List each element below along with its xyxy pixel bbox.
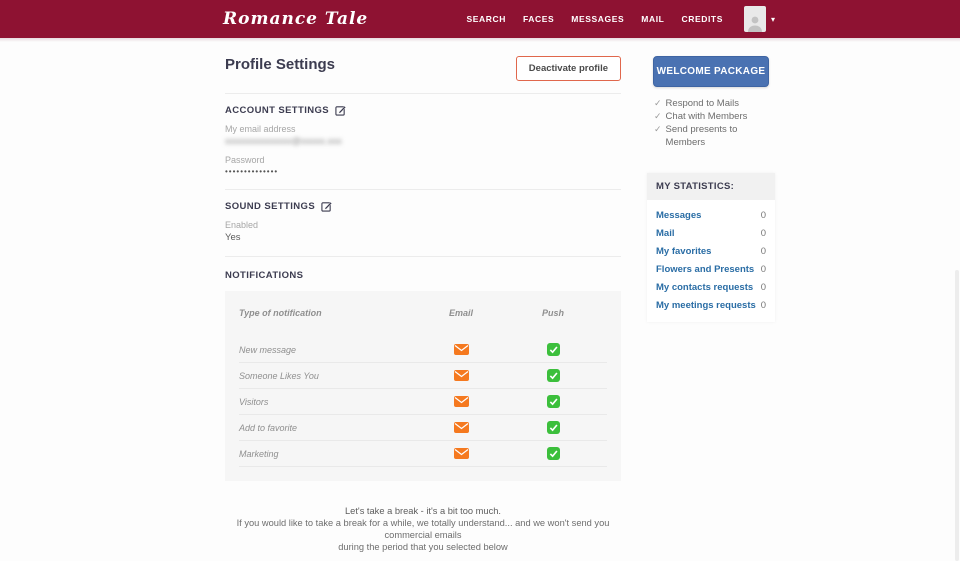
stat-messages[interactable]: Messages 0 bbox=[647, 206, 775, 224]
my-statistics-panel: MY STATISTICS: Messages 0 Mail 0 My favo… bbox=[647, 173, 775, 322]
table-row: New message bbox=[239, 337, 607, 363]
nav-messages[interactable]: MESSAGES bbox=[571, 14, 624, 24]
push-checkbox-checked[interactable] bbox=[547, 421, 560, 434]
welcome-checklist: ✓ Respond to Mails ✓ Chat with Members ✓… bbox=[647, 97, 775, 149]
email-notification-icon[interactable] bbox=[454, 370, 469, 381]
push-checkbox-checked[interactable] bbox=[547, 395, 560, 408]
profile-settings-panel: Profile Settings Deactivate profile ACCO… bbox=[225, 56, 621, 561]
col-email: Email bbox=[415, 308, 507, 318]
sound-enabled-value: Yes bbox=[225, 232, 621, 243]
list-item: ✓ Chat with Members bbox=[654, 110, 775, 123]
scrollbar[interactable] bbox=[955, 270, 959, 561]
push-checkbox-checked[interactable] bbox=[547, 447, 560, 460]
list-item: ✓ Send presents to Members bbox=[654, 123, 775, 149]
account-settings-heading: ACCOUNT SETTINGS bbox=[225, 105, 329, 116]
user-avatar-icon bbox=[744, 6, 766, 32]
notifications-heading: NOTIFICATIONS bbox=[225, 270, 621, 281]
push-checkbox-checked[interactable] bbox=[547, 343, 560, 356]
list-item: ✓ Respond to Mails bbox=[654, 97, 775, 110]
account-menu[interactable]: ▾ bbox=[744, 6, 775, 32]
stat-favorites[interactable]: My favorites 0 bbox=[647, 242, 775, 260]
checkmark-icon: ✓ bbox=[654, 123, 662, 149]
password-value: •••••••••••••• bbox=[225, 167, 621, 176]
nav-credits[interactable]: CREDITS bbox=[681, 14, 723, 24]
email-notification-icon[interactable] bbox=[454, 422, 469, 433]
table-row: Someone Likes You bbox=[239, 363, 607, 389]
stat-contacts-requests[interactable]: My contacts requests 0 bbox=[647, 278, 775, 296]
stat-mail[interactable]: Mail 0 bbox=[647, 224, 775, 242]
col-type: Type of notification bbox=[239, 308, 415, 318]
checkmark-icon: ✓ bbox=[654, 110, 662, 123]
chevron-down-icon: ▾ bbox=[771, 15, 775, 24]
deactivate-profile-button[interactable]: Deactivate profile bbox=[516, 56, 621, 81]
email-notification-icon[interactable] bbox=[454, 344, 469, 355]
break-text-line3: during the period that you selected belo… bbox=[225, 541, 621, 553]
edit-icon[interactable] bbox=[335, 105, 346, 116]
romance-tale-logo[interactable]: Romance Tale bbox=[223, 9, 368, 29]
email-label: My email address bbox=[225, 124, 621, 134]
nav-mail[interactable]: MAIL bbox=[641, 14, 664, 24]
edit-icon[interactable] bbox=[321, 201, 332, 212]
password-label: Password bbox=[225, 155, 621, 165]
stat-flowers-presents[interactable]: Flowers and Presents 0 bbox=[647, 260, 775, 278]
account-settings-section: ACCOUNT SETTINGS My email address xxxxxx… bbox=[225, 94, 621, 190]
table-row: Marketing bbox=[239, 441, 607, 467]
sound-settings-heading: SOUND SETTINGS bbox=[225, 201, 315, 212]
email-notification-icon[interactable] bbox=[454, 396, 469, 407]
break-text-line1: Let's take a break - it's a bit too much… bbox=[225, 505, 621, 517]
sound-settings-section: SOUND SETTINGS Enabled Yes bbox=[225, 190, 621, 257]
welcome-package-button[interactable]: WELCOME PACKAGE bbox=[653, 56, 769, 87]
notifications-table: Type of notification Email Push New mess… bbox=[225, 291, 621, 481]
email-value: xxxxxxxxxxxxxx@xxxxx.xxx bbox=[225, 136, 621, 147]
break-text-line2: If you would like to take a break for a … bbox=[225, 517, 621, 541]
page-title: Profile Settings bbox=[225, 56, 335, 73]
stat-meetings-requests[interactable]: My meetings requests 0 bbox=[647, 296, 775, 314]
take-a-break-text: Let's take a break - it's a bit too much… bbox=[225, 505, 621, 553]
table-row: Add to favorite bbox=[239, 415, 607, 441]
push-checkbox-checked[interactable] bbox=[547, 369, 560, 382]
sound-enabled-label: Enabled bbox=[225, 220, 621, 230]
nav-faces[interactable]: FACES bbox=[523, 14, 554, 24]
header-shadow bbox=[0, 38, 960, 42]
col-push: Push bbox=[507, 308, 599, 318]
statistics-heading: MY STATISTICS: bbox=[647, 173, 775, 200]
nav-search[interactable]: SEARCH bbox=[466, 14, 506, 24]
main-nav: SEARCH FACES MESSAGES MAIL CREDITS ▾ bbox=[466, 6, 775, 32]
table-row: Visitors bbox=[239, 389, 607, 415]
checkmark-icon: ✓ bbox=[654, 97, 662, 110]
top-navbar: Romance Tale SEARCH FACES MESSAGES MAIL … bbox=[0, 0, 960, 38]
email-notification-icon[interactable] bbox=[454, 448, 469, 459]
right-sidebar: WELCOME PACKAGE ✓ Respond to Mails ✓ Cha… bbox=[647, 56, 775, 561]
